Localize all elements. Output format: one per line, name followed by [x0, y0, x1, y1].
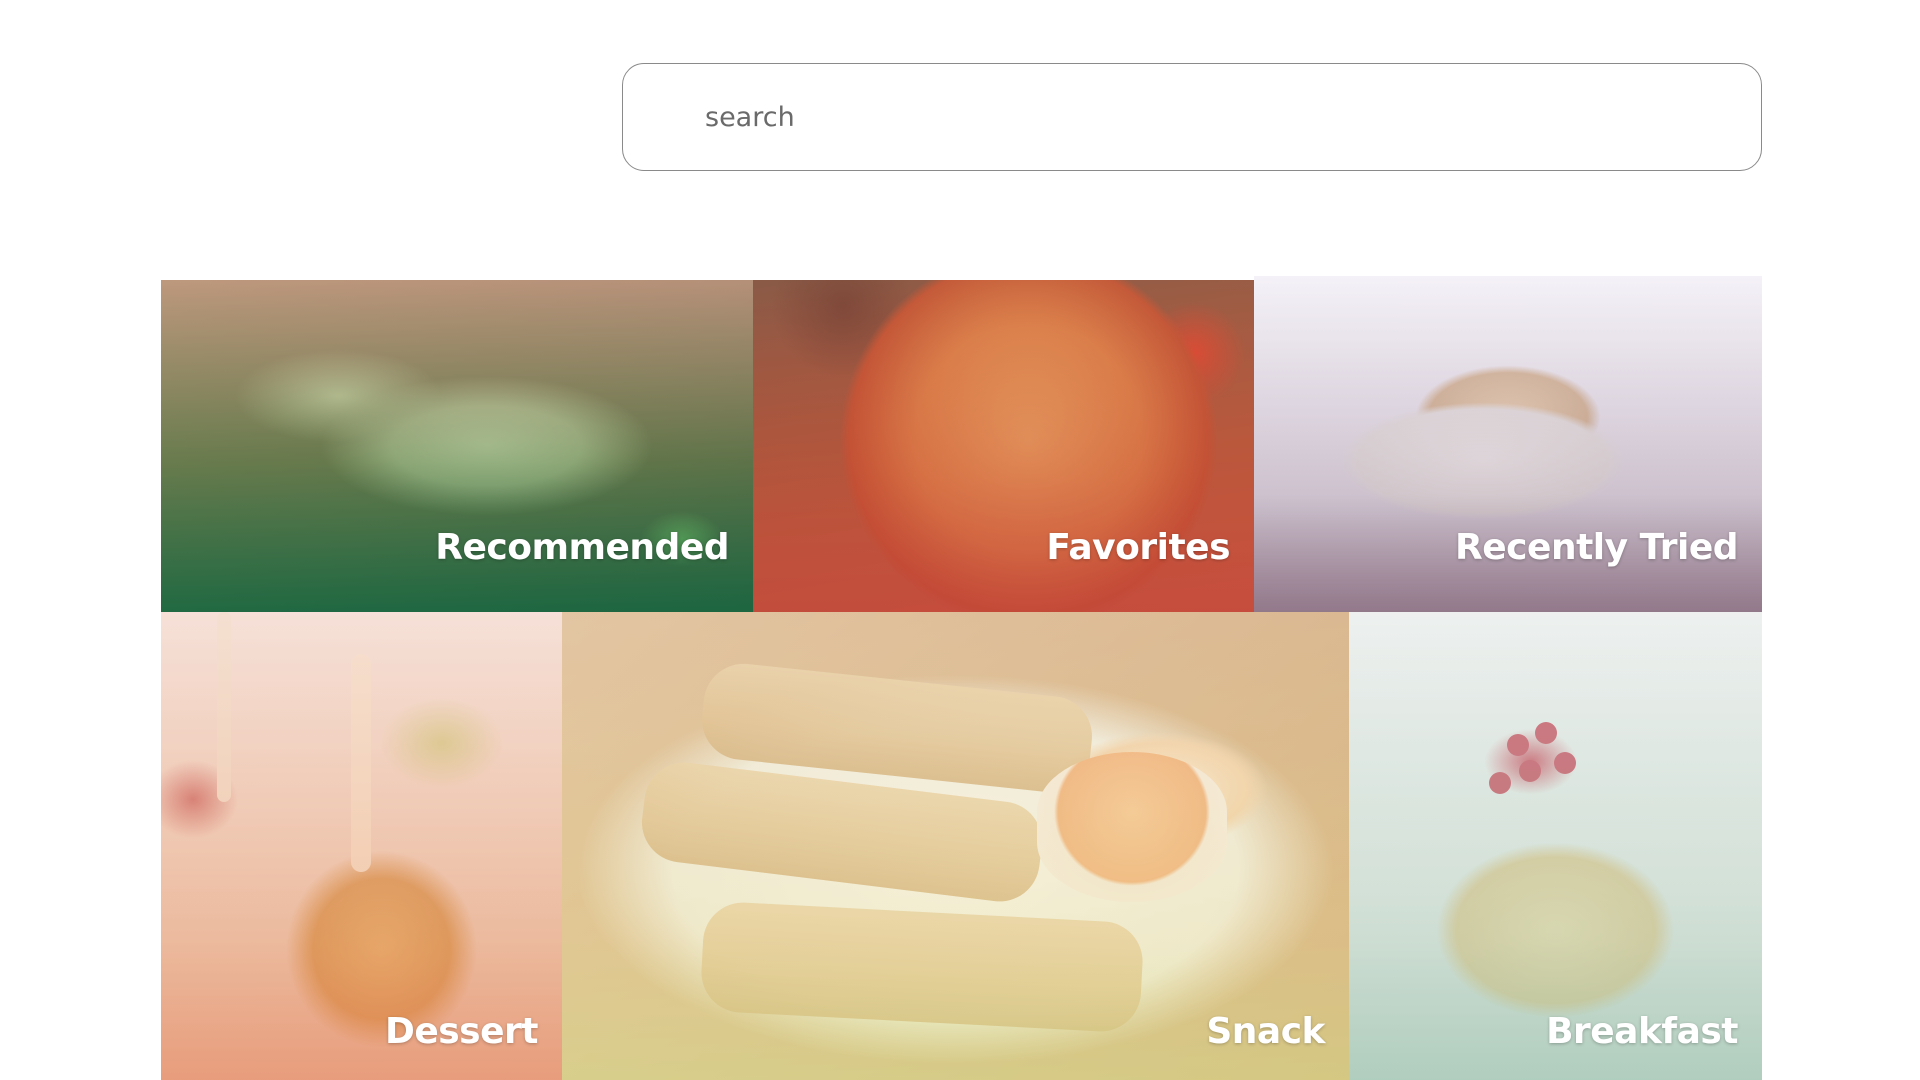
- category-tile-breakfast[interactable]: Breakfast: [1349, 612, 1762, 1080]
- food-category-page: Recommended Favorites Recently Tried Des…: [0, 0, 1920, 1080]
- search-input[interactable]: [623, 64, 1761, 170]
- tile-color-overlay: [161, 612, 562, 1080]
- category-label-recently-tried: Recently Tried: [1455, 527, 1738, 568]
- category-label-recommended: Recommended: [435, 527, 729, 568]
- search-bar[interactable]: [622, 63, 1762, 171]
- category-label-breakfast: Breakfast: [1546, 1011, 1738, 1052]
- category-tile-favorites[interactable]: Favorites: [753, 280, 1254, 612]
- category-tile-dessert[interactable]: Dessert: [161, 612, 562, 1080]
- category-tile-recommended[interactable]: Recommended: [161, 280, 753, 612]
- category-label-favorites: Favorites: [1046, 527, 1230, 568]
- tile-color-overlay: [1349, 612, 1762, 1080]
- category-label-dessert: Dessert: [384, 1011, 539, 1052]
- category-tile-recently-tried[interactable]: Recently Tried: [1254, 276, 1762, 612]
- category-tile-snack[interactable]: Snack: [562, 612, 1349, 1080]
- category-label-snack: Snack: [1206, 1011, 1325, 1052]
- tile-color-overlay: [562, 612, 1349, 1080]
